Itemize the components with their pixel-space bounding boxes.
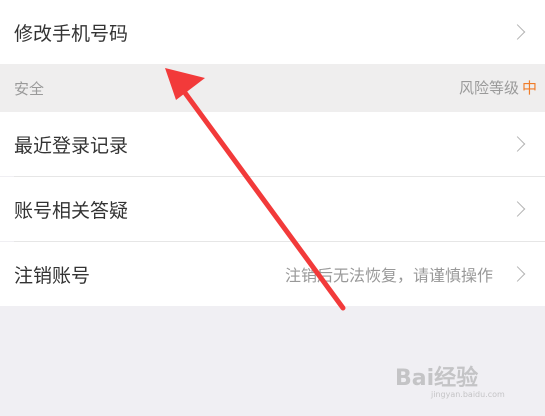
watermark-text: Bai经验 xyxy=(395,366,479,391)
change-phone-row[interactable]: 修改手机号码 xyxy=(0,0,545,64)
cancel-account-row[interactable]: 注销账号 注销后无法恢复，请谨慎操作 xyxy=(0,242,545,306)
watermark-subtext: jingyan.baidu.com xyxy=(431,390,505,399)
recent-login-label: 最近登录记录 xyxy=(14,134,129,157)
chevron-right-icon xyxy=(509,266,526,282)
cancel-account-hint: 注销后无法恢复，请谨慎操作 xyxy=(284,266,493,285)
watermark-logo: Bai经验 jingyan.baidu.com xyxy=(395,358,525,408)
chevron-right-icon xyxy=(509,136,526,152)
risk-level-label: 风险等级 xyxy=(458,79,519,97)
cancel-account-label: 注销账号 xyxy=(14,264,91,287)
chevron-right-icon xyxy=(509,201,526,217)
risk-level-value: 中 xyxy=(521,79,537,97)
security-section-title: 安全 xyxy=(14,80,45,98)
change-phone-label: 修改手机号码 xyxy=(14,22,129,45)
chevron-right-icon xyxy=(509,24,526,40)
recent-login-row[interactable]: 最近登录记录 xyxy=(0,112,545,176)
account-faq-label: 账号相关答疑 xyxy=(14,199,129,222)
security-section-header: 安全 风险等级 中 xyxy=(0,64,545,112)
account-faq-row[interactable]: 账号相关答疑 xyxy=(0,177,545,241)
